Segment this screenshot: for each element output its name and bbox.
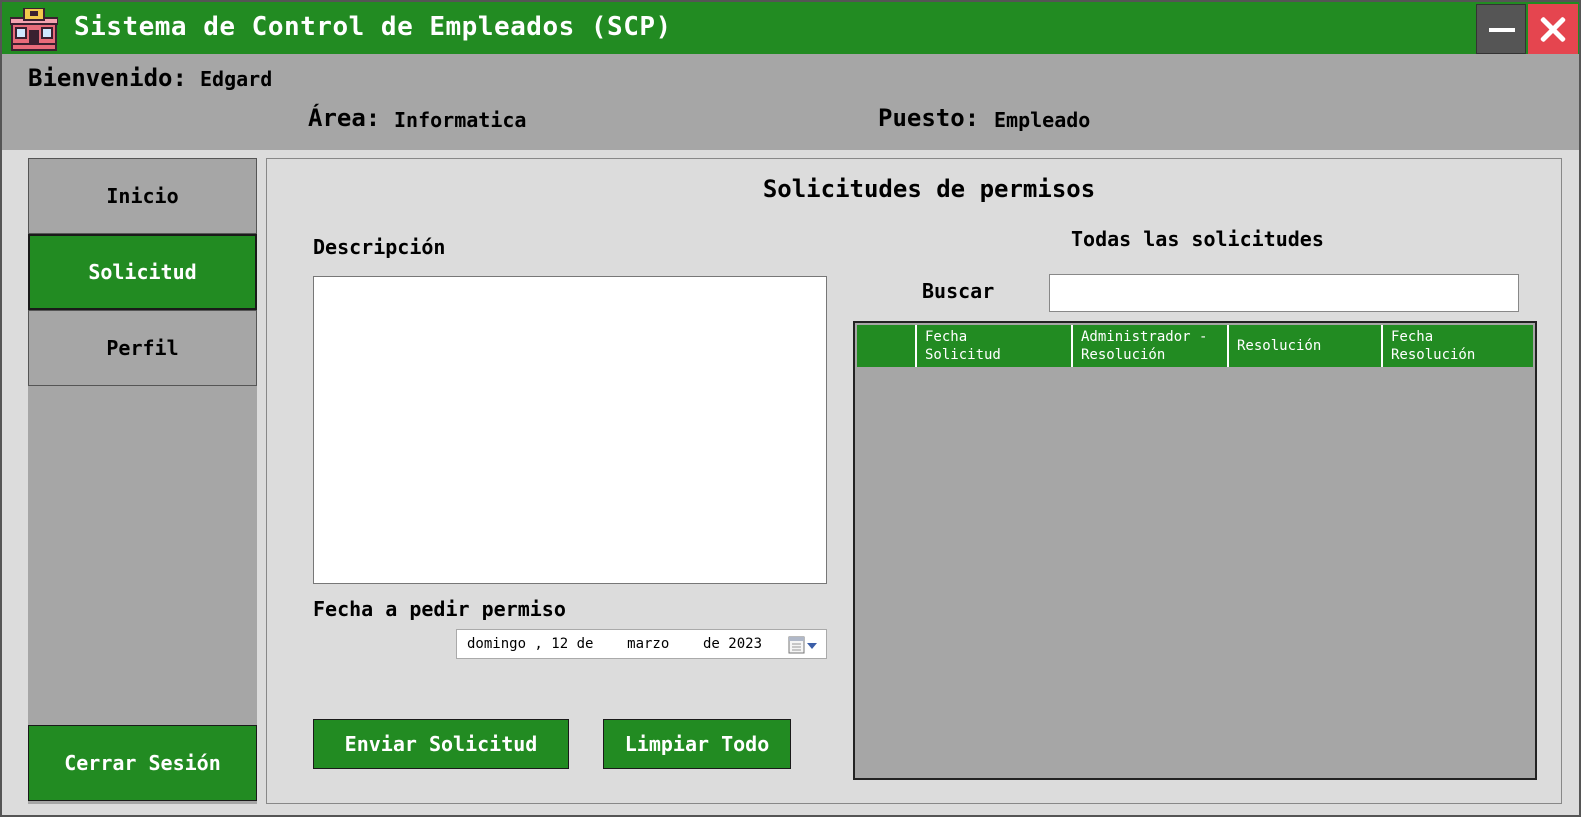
close-button[interactable] bbox=[1528, 4, 1578, 54]
area-label: Área: bbox=[308, 104, 381, 132]
sidebar-item-perfil[interactable]: Perfil bbox=[28, 310, 257, 386]
search-label: Buscar bbox=[922, 279, 995, 303]
column-header-row-selector[interactable] bbox=[857, 325, 915, 367]
search-input[interactable] bbox=[1049, 274, 1519, 312]
table-header: Fecha Solicitud Administrador - Resoluci… bbox=[857, 325, 1533, 367]
requests-list-title: Todas las solicitudes bbox=[1071, 227, 1324, 251]
date-value: domingo , 12 de marzo de 2023 bbox=[467, 636, 763, 652]
sidebar-item-inicio[interactable]: Inicio bbox=[28, 158, 257, 234]
date-label: Fecha a pedir permiso bbox=[313, 597, 566, 621]
position-label: Puesto: bbox=[878, 104, 980, 132]
welcome-label: Bienvenido: bbox=[28, 64, 187, 92]
clear-all-button[interactable]: Limpiar Todo bbox=[603, 719, 791, 769]
requests-table[interactable]: Fecha Solicitud Administrador - Resoluci… bbox=[853, 321, 1537, 780]
calendar-dropdown-icon[interactable] bbox=[788, 635, 818, 655]
column-header-fecha-solicitud[interactable]: Fecha Solicitud bbox=[915, 325, 1071, 367]
column-header-fecha-resolucion[interactable]: Fecha Resolución bbox=[1381, 325, 1533, 367]
column-header-administrador-resolucion[interactable]: Administrador - Resolución bbox=[1071, 325, 1227, 367]
send-request-button[interactable]: Enviar Solicitud bbox=[313, 719, 569, 769]
title-bar: Sistema de Control de Empleados (SCP) bbox=[2, 2, 1579, 54]
store-icon bbox=[10, 8, 58, 51]
app-window: Sistema de Control de Empleados (SCP) Bi… bbox=[0, 0, 1581, 817]
position-value: Empleado bbox=[994, 108, 1091, 132]
description-textarea[interactable] bbox=[313, 276, 827, 584]
main-panel: Solicitudes de permisos Descripción Fech… bbox=[266, 158, 1562, 804]
user-info-header: Bienvenido: Edgard Área: Informatica Pue… bbox=[2, 54, 1579, 150]
area-value: Informatica bbox=[394, 108, 527, 132]
logout-button[interactable]: Cerrar Sesión bbox=[28, 725, 257, 801]
sidebar: Inicio Solicitud Perfil Cerrar Sesión bbox=[28, 158, 257, 804]
minimize-button[interactable] bbox=[1476, 4, 1526, 54]
description-label: Descripción bbox=[313, 235, 446, 259]
welcome-value: Edgard bbox=[200, 67, 273, 91]
sidebar-item-solicitud[interactable]: Solicitud bbox=[28, 234, 257, 310]
column-header-resolucion[interactable]: Resolución bbox=[1227, 325, 1381, 367]
page-title: Solicitudes de permisos bbox=[762, 175, 1096, 203]
window-title: Sistema de Control de Empleados (SCP) bbox=[74, 12, 672, 42]
date-picker[interactable]: domingo , 12 de marzo de 2023 bbox=[456, 629, 827, 659]
